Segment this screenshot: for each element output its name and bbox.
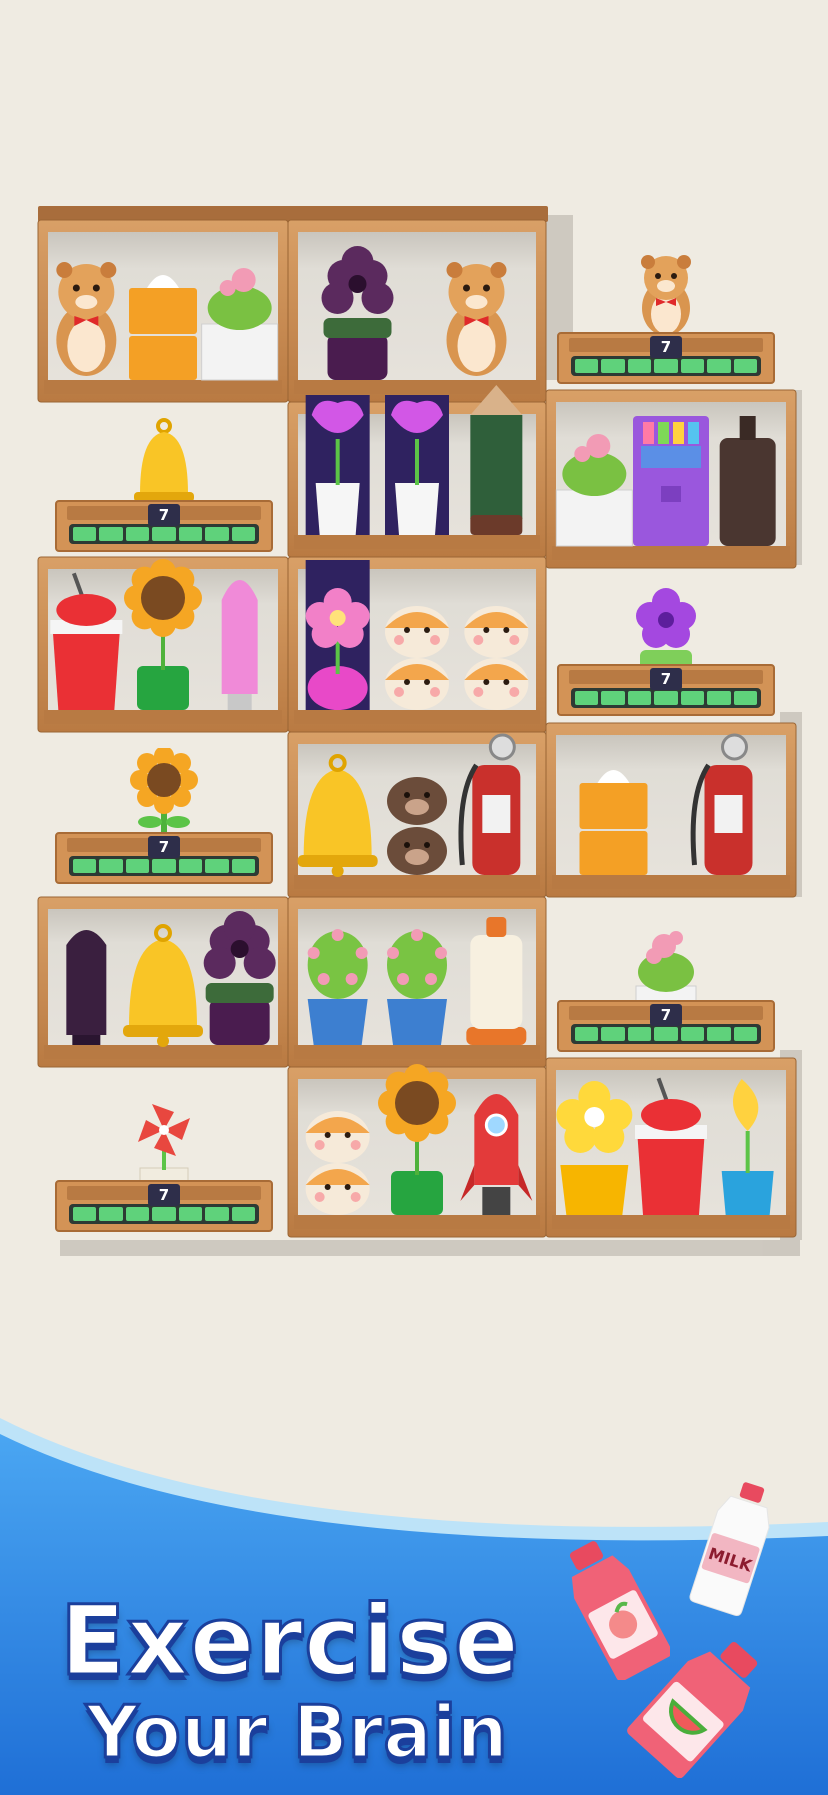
count-badge: 7 [650, 668, 682, 690]
count-badge: 7 [148, 836, 180, 858]
cactus-icon [635, 931, 697, 1011]
shelf-cell [287, 896, 547, 1068]
progress-bar [69, 856, 259, 876]
count-badge: 7 [148, 504, 180, 526]
hamster-icon[interactable] [446, 262, 507, 376]
shelf-cell [545, 1057, 797, 1238]
count-badge: 7 [650, 336, 682, 358]
shelf-cell [37, 556, 289, 733]
shelf-cell [287, 385, 547, 558]
tissue-icon[interactable] [579, 770, 648, 875]
progress-bar [571, 688, 761, 708]
locked-tray-4[interactable]: 7 [55, 748, 273, 884]
shelf-cell [287, 1064, 547, 1238]
hamster-icon[interactable] [56, 262, 117, 376]
markers-icon[interactable] [633, 416, 709, 546]
locked-tray-3[interactable]: 7 [557, 588, 775, 716]
locked-tray-5[interactable]: 7 [557, 931, 775, 1052]
watermelon-juice-bottle-icon [627, 1641, 758, 1778]
locked-tray-2[interactable]: 7 [55, 418, 273, 552]
bell-icon [134, 418, 194, 511]
count-badge: 7 [650, 1004, 682, 1026]
tissue-icon[interactable] [129, 275, 197, 380]
hamster-icon [641, 255, 691, 336]
headline-exercise: Exercise [58, 1584, 521, 1699]
pinkflower-icon[interactable] [305, 560, 370, 710]
progress-bar [571, 356, 761, 376]
shelf-cell [545, 722, 797, 898]
progress-bar [571, 1024, 761, 1044]
darkbottle-icon[interactable] [66, 930, 107, 1045]
tulip-icon[interactable] [385, 395, 449, 535]
rocketpink-icon[interactable] [221, 580, 258, 710]
progress-bar [69, 1204, 259, 1224]
headline-your-brain: Your Brain [85, 1689, 510, 1776]
sunflower-icon [130, 748, 198, 838]
milk-bottle-icon: MILK [689, 1482, 770, 1617]
count-badge: 7 [148, 1184, 180, 1206]
tulip-icon[interactable] [305, 395, 370, 535]
purple-flower-icon [636, 588, 696, 672]
shelf-cell [287, 556, 547, 733]
shelf-cell [287, 731, 547, 898]
cactuspot-icon[interactable] [387, 929, 447, 1045]
pinwheel-icon [138, 1104, 190, 1191]
shelf-cell [287, 219, 547, 403]
progress-bar [69, 524, 259, 544]
shelf-cell [545, 389, 797, 569]
pencil-icon[interactable] [470, 385, 523, 535]
shelf-cell [37, 896, 289, 1068]
cactuspot-icon[interactable] [307, 929, 368, 1045]
locked-tray-6[interactable]: 7 [55, 1104, 273, 1232]
locked-tray-1[interactable]: 7 [557, 255, 775, 384]
shelf-cell [37, 219, 289, 403]
